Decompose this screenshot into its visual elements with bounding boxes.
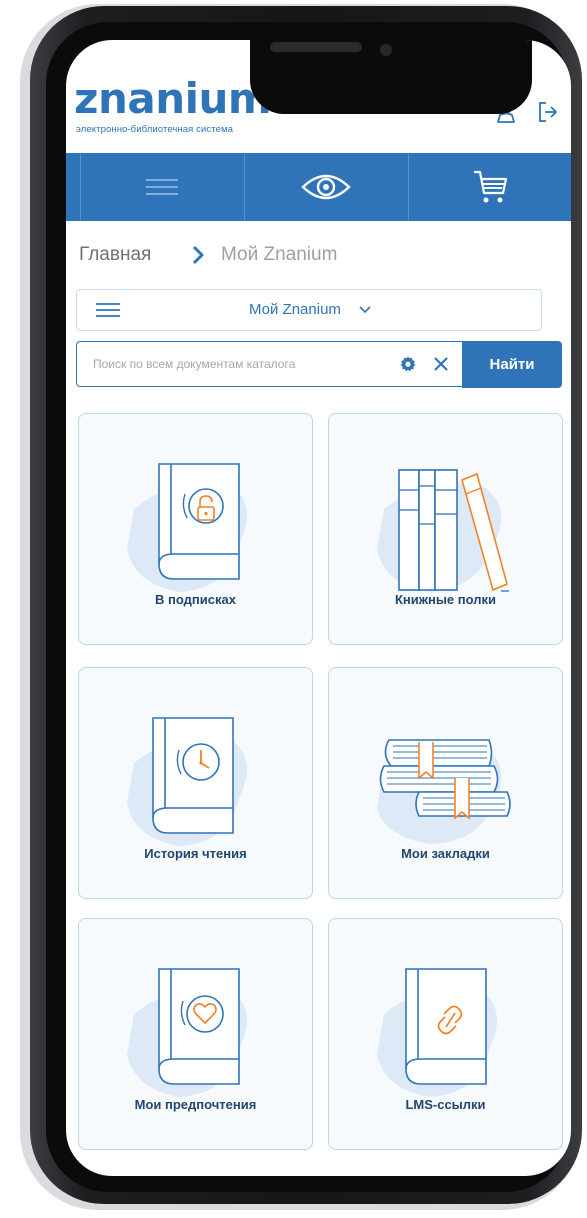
search-placeholder: Поиск по всем документам каталога <box>93 357 296 371</box>
menu-button[interactable] <box>80 153 244 221</box>
book-lock-icon <box>127 463 247 592</box>
search-button[interactable]: Найти <box>462 341 562 388</box>
tile-label: Мои закладки <box>401 846 490 861</box>
book-heart-icon <box>127 968 247 1097</box>
eye-icon <box>301 174 351 200</box>
phone-camera <box>380 44 392 56</box>
logo-subtitle: электронно-библиотечная система <box>76 124 233 135</box>
tile-label: История чтения <box>144 846 247 861</box>
phone-speaker <box>270 42 362 52</box>
cart-icon <box>474 170 508 203</box>
tile-label: LMS-ссылки <box>405 1097 486 1112</box>
tile-label: В подписках <box>155 592 236 607</box>
section-dropdown[interactable]: Мой Znanium <box>76 289 542 331</box>
tile-bookmarks[interactable]: Мои закладки <box>328 667 563 899</box>
book-clock-icon <box>127 717 247 846</box>
tile-lms-links[interactable]: LMS-ссылки <box>328 918 563 1150</box>
accessibility-button[interactable] <box>244 153 408 221</box>
book-link-icon <box>377 968 497 1097</box>
tile-subscriptions[interactable]: В подписках <box>78 413 313 645</box>
bookshelf-icon <box>377 469 509 592</box>
gear-icon[interactable] <box>400 356 416 372</box>
screen: znanium электронно-библиотечная система <box>66 40 571 1176</box>
tile-label: Книжные полки <box>394 592 497 607</box>
section-dropdown-value: Мой Znanium <box>249 301 341 318</box>
tile-reading-history[interactable]: История чтения <box>78 667 313 899</box>
cart-button[interactable] <box>408 153 571 221</box>
bookmarks-icon <box>377 739 511 844</box>
hamburger-menu-icon <box>146 179 178 195</box>
chevron-down-icon <box>359 306 371 314</box>
logout-icon[interactable] <box>536 100 560 124</box>
search-input[interactable]: Поиск по всем документам каталога <box>76 341 463 387</box>
menu-lines-icon <box>96 303 120 317</box>
main-navbar <box>66 153 571 221</box>
breadcrumb-home-link[interactable]: Главная <box>79 244 151 266</box>
tile-bookshelves[interactable]: Книжные полки <box>328 413 563 645</box>
close-icon[interactable] <box>433 356 449 372</box>
breadcrumb-current: Мой Znanium <box>221 244 338 265</box>
tile-preferences[interactable]: Мои предпочтения <box>78 918 313 1150</box>
chevron-right-icon <box>192 245 204 265</box>
tile-label: Мои предпочтения <box>134 1097 257 1112</box>
logo[interactable]: znanium <box>74 78 272 120</box>
